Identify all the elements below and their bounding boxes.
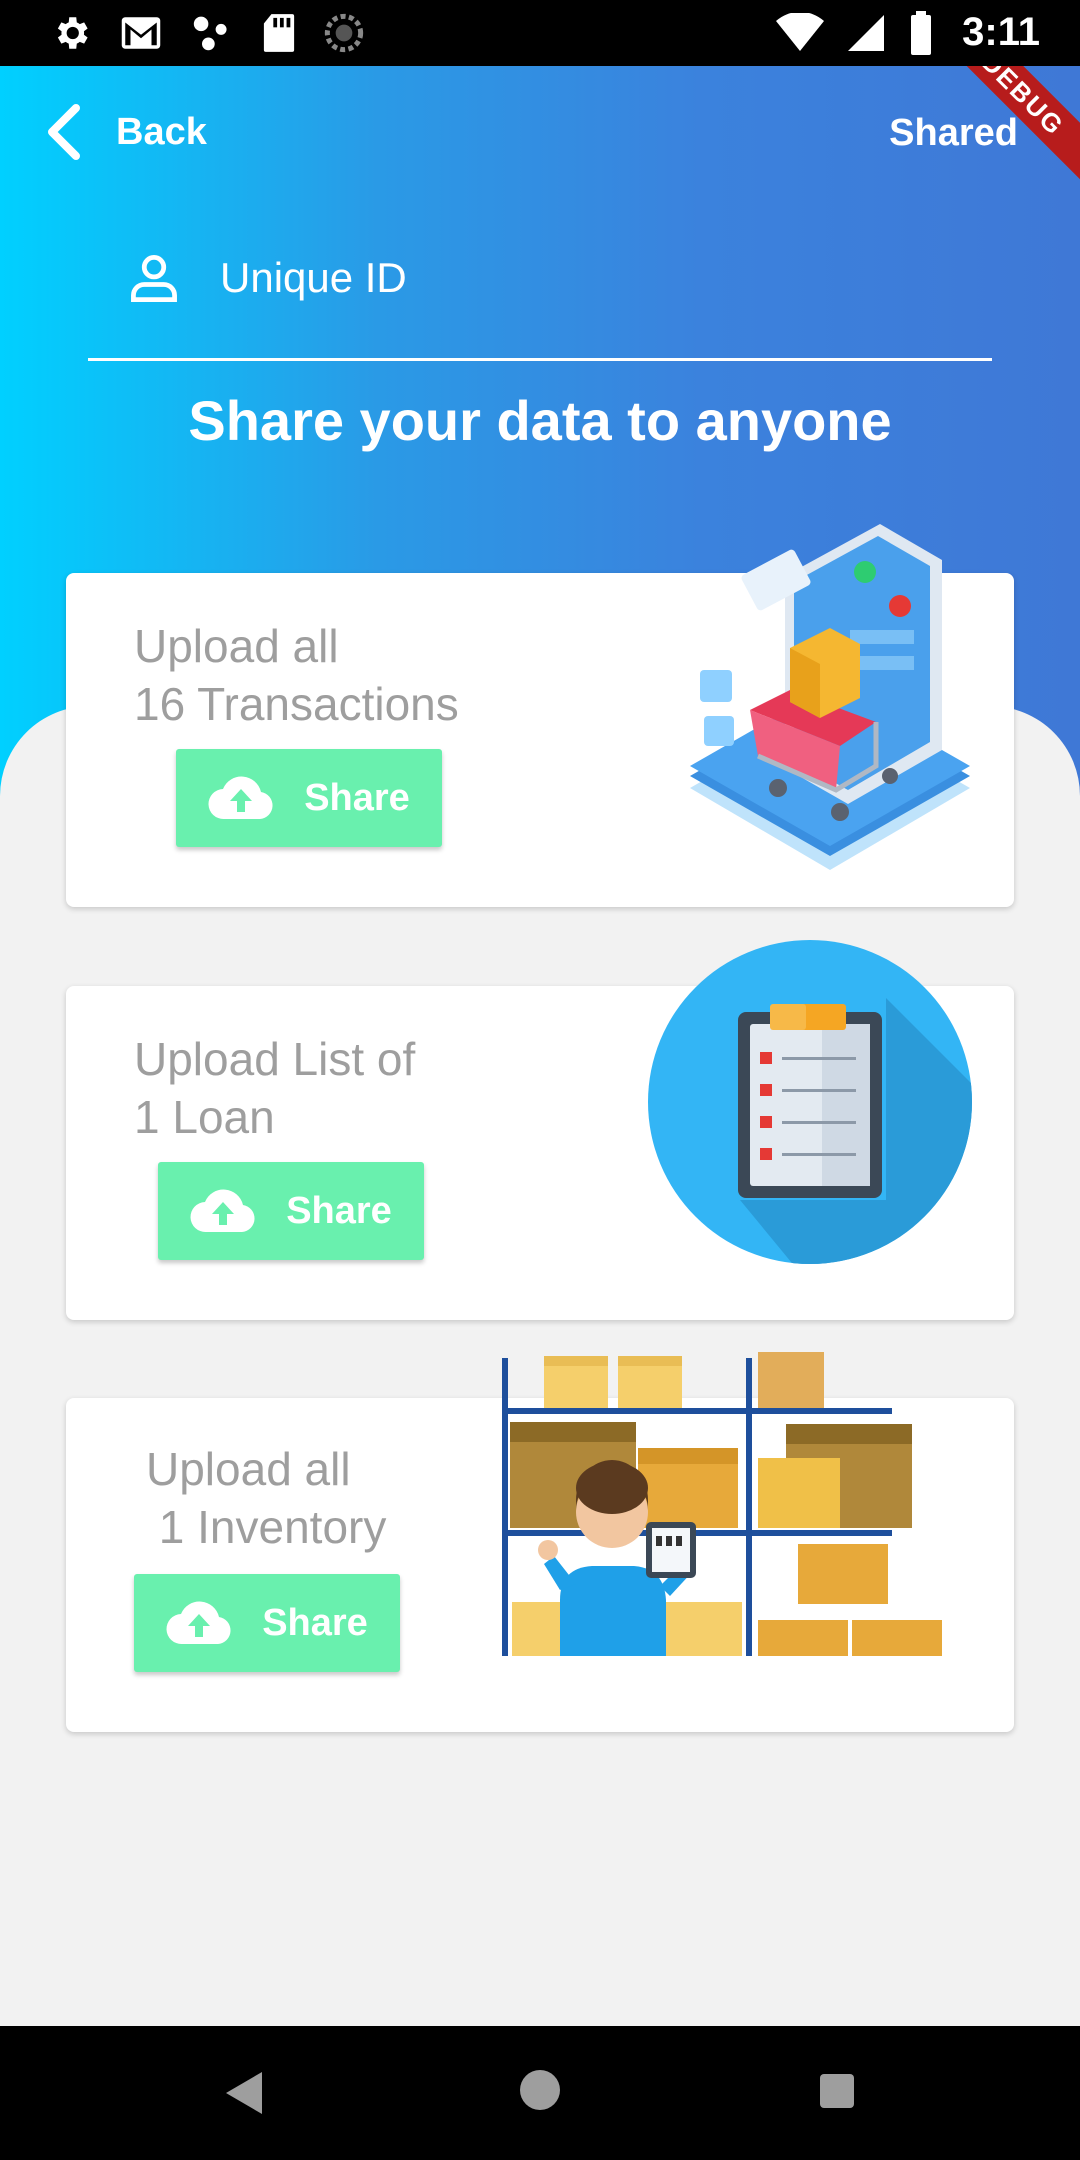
signal-icon [848,14,885,51]
card-text-inventory: Upload all 1 Inventory [146,1440,386,1556]
shared-link[interactable]: Shared [889,112,1018,155]
card-text-transactions: Upload all 16 Transactions [134,617,459,733]
cloud-upload-icon [208,776,273,820]
card-text-loan: Upload List of 1 Loan [134,1030,415,1146]
settings-icon [57,17,88,49]
card-line2: 1 Inventory [146,1501,387,1553]
home-circle-icon[interactable] [518,2068,562,2112]
gmail-icon [121,17,161,49]
card-line2: 1 Loan [134,1091,275,1143]
header-divider [88,358,992,361]
navigation-bar [0,2026,1080,2160]
dots-icon [193,16,227,51]
share-inventory-button[interactable]: Share [134,1574,400,1672]
battery-icon [911,10,932,55]
share-label: Share [262,1601,368,1644]
share-label: Share [286,1189,392,1232]
status-bar: 3:11 [0,0,1080,66]
clipboard-illustration [648,940,972,1264]
share-label: Share [304,776,410,819]
cloud-upload-icon [190,1189,255,1233]
back-triangle-icon[interactable] [222,2068,266,2118]
card-line1: Upload all [146,1443,351,1495]
sd-card-icon [263,14,295,52]
unique-id-row[interactable]: Unique ID [128,252,407,304]
status-time: 3:11 [962,10,1040,54]
unique-id-label: Unique ID [220,254,407,301]
cloud-upload-icon [166,1601,231,1645]
page-title: Share your data to anyone [188,389,892,452]
recents-square-icon[interactable] [818,2072,856,2110]
card-line1: Upload List of [134,1033,416,1085]
back-button[interactable]: Back [44,104,207,160]
loading-icon [324,13,364,53]
status-icons-left [50,12,364,54]
share-transactions-button[interactable]: Share [176,749,442,847]
person-icon [131,255,177,303]
back-label: Back [116,110,207,153]
warehouse-illustration [502,1352,942,1656]
card-line1: Upload all [134,620,339,672]
wifi-icon [776,12,825,51]
share-loan-button[interactable]: Share [158,1162,424,1260]
status-icons-right: 3:11 [776,10,1040,55]
card-line2: 16 Transactions [134,678,459,730]
chevron-left-icon [48,104,80,160]
shopping-cart-illustration [690,524,970,870]
